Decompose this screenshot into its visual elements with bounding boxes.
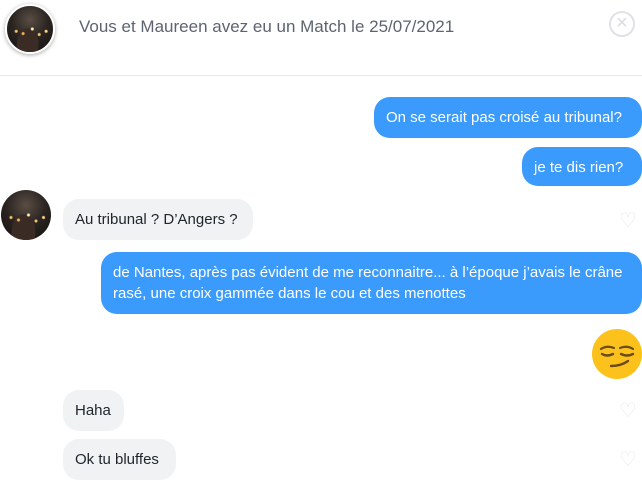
message-incoming[interactable]: Au tribunal ? D’Angers ?: [63, 199, 253, 240]
message-incoming[interactable]: Ok tu bluffes: [63, 439, 176, 480]
message-outgoing[interactable]: de Nantes, après pas évident de me recon…: [101, 252, 642, 314]
message-text: de Nantes, après pas évident de me recon…: [113, 264, 623, 302]
like-heart-icon[interactable]: ♡: [619, 401, 639, 421]
chat-header: Vous et Maureen avez eu un Match le 25/0…: [0, 0, 642, 76]
like-heart-icon[interactable]: ♡: [619, 211, 639, 231]
sender-avatar[interactable]: [1, 190, 51, 240]
message-outgoing[interactable]: je te dis rien?: [522, 147, 642, 186]
smirking-face-emoji: [592, 329, 642, 379]
message-text: Ok tu bluffes: [75, 451, 159, 468]
close-icon[interactable]: ×: [609, 11, 635, 37]
message-text: On se serait pas croisé au tribunal?: [386, 109, 622, 126]
message-text: je te dis rien?: [534, 159, 624, 176]
match-avatar[interactable]: [5, 4, 55, 54]
message-outgoing[interactable]: On se serait pas croisé au tribunal?: [374, 97, 642, 138]
message-incoming[interactable]: Haha: [63, 390, 124, 431]
message-text: Au tribunal ? D’Angers ?: [75, 211, 238, 228]
message-text: Haha: [75, 402, 111, 419]
like-heart-icon[interactable]: ♡: [619, 450, 639, 470]
match-title: Vous et Maureen avez eu un Match le 25/0…: [79, 17, 455, 36]
